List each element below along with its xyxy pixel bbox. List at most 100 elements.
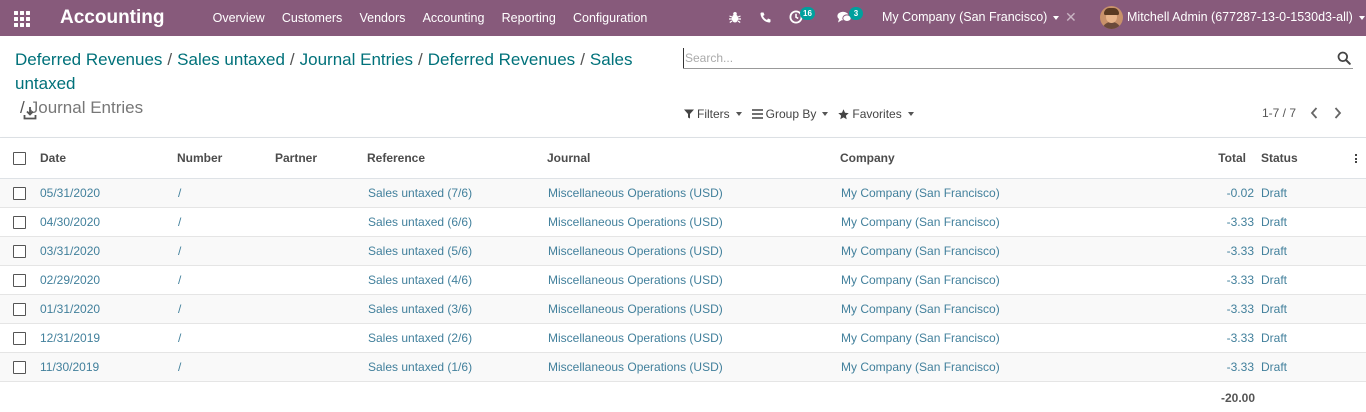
breadcrumb-separator: / (289, 50, 295, 69)
cell-journal: Miscellaneous Operations (USD) (548, 302, 723, 316)
phone-icon[interactable] (760, 12, 771, 23)
column-header-number[interactable]: Number (177, 151, 222, 165)
close-icon[interactable]: ✕ (1065, 9, 1077, 26)
row-checkbox[interactable] (13, 361, 26, 374)
row-checkbox[interactable] (13, 303, 26, 316)
filters-label: Filters (697, 107, 730, 121)
favorites-button[interactable]: Favorites (838, 107, 914, 121)
cell-date: 03/31/2020 (40, 244, 101, 258)
cell-number: / (178, 273, 182, 287)
app-title[interactable]: Accounting (60, 7, 165, 29)
column-header-reference[interactable]: Reference (367, 151, 425, 165)
row-checkbox[interactable] (13, 332, 26, 345)
table-footer-total: -20.00 (1220, 391, 1255, 405)
company-name: My Company (San Francisco) (882, 10, 1048, 24)
cell-company: My Company (San Francisco) (841, 186, 1000, 200)
menu-reporting[interactable]: Reporting (493, 11, 564, 25)
cell-reference: Sales untaxed (6/6) (368, 215, 473, 229)
cell-status: Draft (1261, 244, 1288, 258)
activity-count-badge: 16 (800, 7, 815, 20)
menu-vendors[interactable]: Vendors (351, 11, 414, 25)
cell-journal: Miscellaneous Operations (USD) (548, 360, 723, 374)
cell-status: Draft (1261, 302, 1288, 316)
cell-number: / (178, 302, 182, 316)
user-menu[interactable]: Mitchell Admin (677287-13-0-1530d3-all) (1127, 10, 1365, 24)
chevron-right-icon[interactable] (1333, 106, 1343, 120)
table-row[interactable]: 12/31/2019 / Sales untaxed (2/6) Miscell… (0, 324, 1366, 353)
cell-status: Draft (1261, 215, 1288, 229)
cell-status: Draft (1261, 360, 1288, 374)
table-row[interactable]: 05/31/2020 / Sales untaxed (7/6) Miscell… (0, 179, 1366, 208)
breadcrumb: Deferred Revenues / Sales untaxed / Journal … (15, 48, 675, 120)
cell-journal: Miscellaneous Operations (USD) (548, 331, 723, 345)
column-header-total[interactable]: Total (1200, 151, 1246, 165)
row-checkbox[interactable] (13, 216, 26, 229)
row-checkbox[interactable] (13, 274, 26, 287)
breadcrumb-item[interactable]: Sales untaxed (177, 50, 285, 69)
table-row[interactable]: 01/31/2020 / Sales untaxed (3/6) Miscell… (0, 295, 1366, 324)
search-icon[interactable] (1337, 51, 1351, 65)
cell-status: Draft (1261, 186, 1288, 200)
cell-reference: Sales untaxed (7/6) (368, 186, 473, 200)
cell-journal: Miscellaneous Operations (USD) (548, 244, 723, 258)
table-row[interactable]: 04/30/2020 / Sales untaxed (6/6) Miscell… (0, 208, 1366, 237)
table-header: Date Number Partner Reference Journal Co… (0, 138, 1366, 179)
cell-status: Draft (1261, 331, 1288, 345)
cell-company: My Company (San Francisco) (841, 302, 1000, 316)
groupby-button[interactable]: Group By (751, 107, 829, 121)
chevron-down-icon (1053, 15, 1060, 20)
cell-number: / (178, 215, 182, 229)
journal-entries-table: Date Number Partner Reference Journal Co… (0, 137, 1366, 382)
menu-configuration[interactable]: Configuration (564, 11, 656, 25)
cell-total: -3.33 (1226, 360, 1254, 374)
cell-date: 05/31/2020 (40, 186, 101, 200)
chevron-down-icon (735, 112, 742, 116)
company-switcher[interactable]: My Company (San Francisco) (882, 10, 1060, 24)
column-header-status[interactable]: Status (1261, 151, 1298, 165)
cell-number: / (178, 331, 182, 345)
breadcrumb-item[interactable]: Journal Entries (300, 50, 413, 69)
favorites-label: Favorites (852, 107, 902, 121)
breadcrumb-current: Journal Entries (29, 98, 144, 117)
cell-date: 12/31/2019 (40, 331, 101, 345)
cell-reference: Sales untaxed (3/6) (368, 302, 473, 316)
menu-customers[interactable]: Customers (273, 11, 351, 25)
breadcrumb-item[interactable]: Deferred Revenues (15, 50, 162, 69)
user-name: Mitchell Admin (677287-13-0-1530d3-all) (1127, 10, 1353, 24)
select-all-checkbox[interactable] (13, 152, 26, 165)
cell-total: -3.33 (1226, 244, 1254, 258)
cell-total: -3.33 (1226, 273, 1254, 287)
search-options: Filters Group By Favorites (684, 106, 924, 122)
cell-journal: Miscellaneous Operations (USD) (548, 273, 723, 287)
download-icon[interactable] (23, 106, 37, 120)
menu-overview[interactable]: Overview (204, 11, 273, 25)
filters-button[interactable]: Filters (684, 107, 742, 121)
bug-icon[interactable] (729, 11, 741, 24)
column-header-company[interactable]: Company (840, 151, 895, 165)
cell-date: 11/30/2019 (40, 360, 100, 374)
search-input[interactable] (683, 48, 1323, 68)
cell-reference: Sales untaxed (2/6) (368, 331, 473, 345)
breadcrumb-item[interactable]: Deferred Revenues (428, 50, 575, 69)
top-navbar: Accounting Overview Customers Vendors Ac… (0, 0, 1366, 36)
avatar[interactable] (1100, 6, 1123, 29)
column-header-date[interactable]: Date (40, 151, 66, 165)
pager-value[interactable]: 1-7 / 7 (1262, 106, 1296, 120)
cell-total: -3.33 (1226, 331, 1254, 345)
cell-reference: Sales untaxed (1/6) (368, 360, 473, 374)
column-header-partner[interactable]: Partner (275, 151, 317, 165)
row-checkbox[interactable] (13, 187, 26, 200)
optional-columns-icon[interactable] (1355, 154, 1359, 164)
table-row[interactable]: 02/29/2020 / Sales untaxed (4/6) Miscell… (0, 266, 1366, 295)
menu-accounting[interactable]: Accounting (414, 11, 493, 25)
apps-menu-icon[interactable] (14, 11, 30, 27)
table-row[interactable]: 11/30/2019 / Sales untaxed (1/6) Miscell… (0, 353, 1366, 382)
table-row[interactable]: 03/31/2020 / Sales untaxed (5/6) Miscell… (0, 237, 1366, 266)
cell-date: 02/29/2020 (40, 273, 101, 287)
chevron-left-icon[interactable] (1309, 106, 1319, 120)
breadcrumb-separator: / (580, 50, 585, 69)
column-header-journal[interactable]: Journal (547, 151, 590, 165)
cell-number: / (178, 186, 182, 200)
cell-total: -3.33 (1226, 215, 1254, 229)
row-checkbox[interactable] (13, 245, 26, 258)
